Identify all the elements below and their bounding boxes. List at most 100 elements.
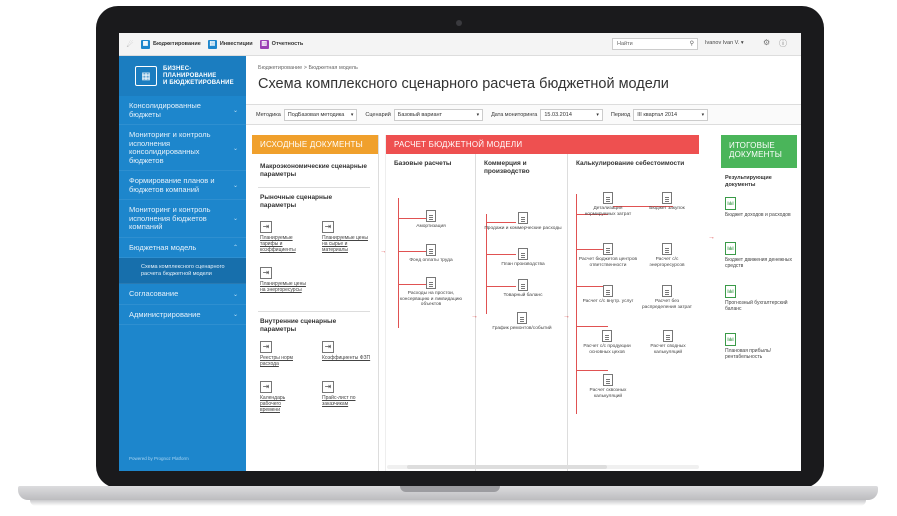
result-cashflow[interactable]: lılıl Бюджет движения денежных средств: [725, 242, 795, 270]
node-resp-centers[interactable]: Расчет бюджетов центров ответственности: [578, 243, 638, 268]
user-menu[interactable]: Ivanov Ivan V. ▾: [705, 40, 744, 46]
panel-header: ИТОГОВЫЕ ДОКУМЕНТЫ: [721, 135, 797, 168]
tariffs-doc[interactable]: ⇥ Планируемые тарифы и коэффициенты: [260, 221, 312, 253]
date-select[interactable]: 15.03.2014 ▾: [540, 108, 603, 121]
document-icon: [603, 374, 613, 386]
chevron-down-icon: ⌄: [232, 108, 238, 114]
dropdown-icon: ▾: [350, 111, 354, 118]
laptop-shadow: [30, 500, 866, 506]
import-icon: ⇥: [260, 341, 272, 353]
norms-doc[interactable]: ⇥ Реестры норм расхода: [260, 341, 312, 368]
sidebar-item-budget-model[interactable]: Бюджетная модель ⌃: [119, 238, 246, 258]
filter-bar: Методика ПодБазовая методика ▾ Сценарий Б…: [246, 104, 801, 125]
screen: ☄ ▦ Бюджетирование ▤ Инвестиции ▥ Отчетност…: [119, 33, 801, 471]
sidebar-item-approval[interactable]: Согласование ⌄: [119, 284, 246, 305]
result-balance[interactable]: lılıl Прогнозный бухгалтерский баланс: [725, 285, 797, 313]
document-icon: [603, 243, 613, 255]
sidebar-item-monitoring-consolidated[interactable]: Мониторинг и контроль исполнения консоли…: [119, 125, 246, 171]
help-icon[interactable]: ⓘ: [779, 38, 787, 49]
document-icon: [518, 248, 528, 260]
tab-budgeting[interactable]: ▦ Бюджетирование: [141, 39, 201, 49]
materials-doc[interactable]: ⇥ Планируемые цены на сырье и материалы: [322, 221, 374, 253]
sidebar-item-consolidated[interactable]: Консолидированные бюджеты ⌄: [119, 96, 246, 125]
result-pnl[interactable]: lılıl Бюджет доходов и расходов: [725, 197, 795, 219]
import-icon: ⇥: [322, 341, 334, 353]
node-internal-services[interactable]: Расчет с/с внутр. услуг: [578, 285, 638, 305]
document-icon: [517, 312, 527, 324]
node-sales[interactable]: Продажи и коммерческие расходы: [484, 212, 562, 232]
budget-icon: ▦: [141, 39, 150, 49]
import-icon: ⇥: [260, 221, 272, 233]
main-content: Бюджетирование > Бюджетная модель Схема …: [246, 56, 801, 471]
node-repairs-schedule[interactable]: График ремонтов/событий: [478, 312, 566, 332]
node-payroll[interactable]: Фонд оплаты труда: [396, 244, 466, 264]
source-docs-panel: ИСХОДНЫЕ ДОКУМЕНТЫ Макроэкономические сц…: [252, 135, 379, 471]
powered-by[interactable]: Powered by Prognoz Platform: [129, 456, 189, 461]
node-no-distribution[interactable]: Расчет без распределения затрат: [638, 285, 696, 310]
node-downtime[interactable]: Расходы на простои, консервацию и ликвид…: [394, 277, 468, 308]
document-icon: [426, 244, 436, 256]
node-cost-detail[interactable]: Детализация нормируемых затрат: [578, 192, 638, 217]
node-amortization[interactable]: Амортизация: [396, 210, 466, 230]
top-bar: ☄ ▦ Бюджетирование ▤ Инвестиции ▥ Отчетност…: [119, 33, 801, 56]
panel-header: ИСХОДНЫЕ ДОКУМЕНТЫ: [252, 135, 378, 154]
laptop-notch: [400, 486, 500, 492]
dropdown-icon: ▾: [596, 111, 599, 118]
document-icon: [662, 285, 672, 297]
energy-doc[interactable]: ⇥ Планируемые цены на энергоресурсы: [260, 267, 312, 294]
chevron-up-icon: ⌃: [232, 245, 238, 252]
node-energy-cost[interactable]: Расчет с/с энергоресурсов: [638, 243, 696, 268]
document-icon: [662, 192, 672, 204]
import-icon: ⇥: [260, 381, 272, 393]
sidebar-subitem-scheme[interactable]: Схема комплексного сценарного расчета бю…: [119, 258, 246, 284]
sidebar-item-admin[interactable]: Администрирование ⌄: [119, 305, 246, 325]
calendar-doc[interactable]: ⇥ Календарь рабочего времени: [260, 381, 300, 413]
node-main-workshops[interactable]: Расчет с/с продукции основных цехов: [574, 330, 640, 355]
dropdown-icon: ▾: [476, 111, 480, 118]
import-icon: ⇥: [322, 221, 334, 233]
chevron-down-icon: ⌄: [232, 145, 238, 152]
document-icon: [602, 330, 612, 342]
investment-icon: ▤: [207, 39, 217, 49]
commerce-column: Коммерция и производство Продажи и комме…: [476, 154, 568, 471]
page-title: Схема комплексного сценарного расчета бю…: [258, 76, 669, 92]
tab-reports[interactable]: ▥ Отчетность: [259, 39, 303, 49]
sidebar-item-monitoring-companies[interactable]: Мониторинг и контроль исполнения бюджето…: [119, 200, 246, 238]
search-icon[interactable]: ⚲: [690, 40, 694, 47]
result-profit[interactable]: lılıl Плановая прибыль/ рентабельность: [725, 333, 795, 361]
document-icon: [426, 210, 436, 222]
tab-investments[interactable]: ▤ Инвестиции: [207, 39, 253, 49]
chevron-down-icon: ⌄: [232, 216, 238, 223]
node-summary-calc[interactable]: Расчет сводных калькуляций: [640, 330, 696, 355]
search-input[interactable]: Найти ⚲: [612, 38, 698, 50]
document-icon: [603, 285, 613, 297]
spreadsheet-icon: lılıl: [725, 285, 736, 298]
panel-header: РАСЧЕТ БЮДЖЕТНОЙ МОДЕЛИ: [386, 135, 699, 154]
pricelist-doc[interactable]: ⇥ Прайс-лист по заказчикам: [322, 381, 374, 408]
calc-model-panel: РАСЧЕТ БЮДЖЕТНОЙ МОДЕЛИ Базовые расчеты …: [385, 135, 699, 471]
sidebar: ▦ БИЗНЕС- ПЛАНИРОВАНИЕ И БЮДЖЕТИРОВАНИЕ …: [119, 56, 246, 471]
sidebar-item-forming-plans[interactable]: Формирование планов и бюджетов компаний ⌄: [119, 171, 246, 200]
camera: [456, 20, 462, 26]
node-goods-balance[interactable]: Товарный баланс: [484, 279, 562, 299]
import-icon: ⇥: [322, 381, 334, 393]
costing-column: Калькулирование себестоимости Детализаци…: [568, 154, 700, 471]
document-icon: [518, 279, 528, 291]
horizontal-scrollbar[interactable]: [387, 465, 699, 469]
document-icon: [518, 212, 528, 224]
coef-doc[interactable]: ⇥ Коэффициенты ФЗП: [322, 341, 374, 362]
method-select[interactable]: ПодБазовая методика ▾: [283, 108, 358, 121]
app-logo-icon[interactable]: ☄: [119, 40, 141, 49]
breadcrumb[interactable]: Бюджетирование > Бюджетная модель: [258, 65, 358, 71]
scenario-select[interactable]: Базовый вариант ▾: [393, 108, 484, 121]
gear-icon[interactable]: ⚙: [763, 38, 770, 47]
chevron-down-icon: ⌄: [232, 291, 238, 298]
base-calc-column: Базовые расчеты Амортизация Фонд оплаты …: [386, 154, 476, 471]
chevron-down-icon: ⌄: [232, 183, 238, 189]
report-icon: ▥: [259, 39, 269, 49]
period-select[interactable]: III квартал 2014 ▾: [633, 108, 709, 121]
node-purchase-budget[interactable]: Бюджет закупок: [638, 192, 696, 212]
node-through-calc[interactable]: Расчет сквозных калькуляций: [578, 374, 638, 399]
node-production-plan[interactable]: План производства: [484, 248, 562, 268]
import-icon: ⇥: [260, 267, 272, 279]
